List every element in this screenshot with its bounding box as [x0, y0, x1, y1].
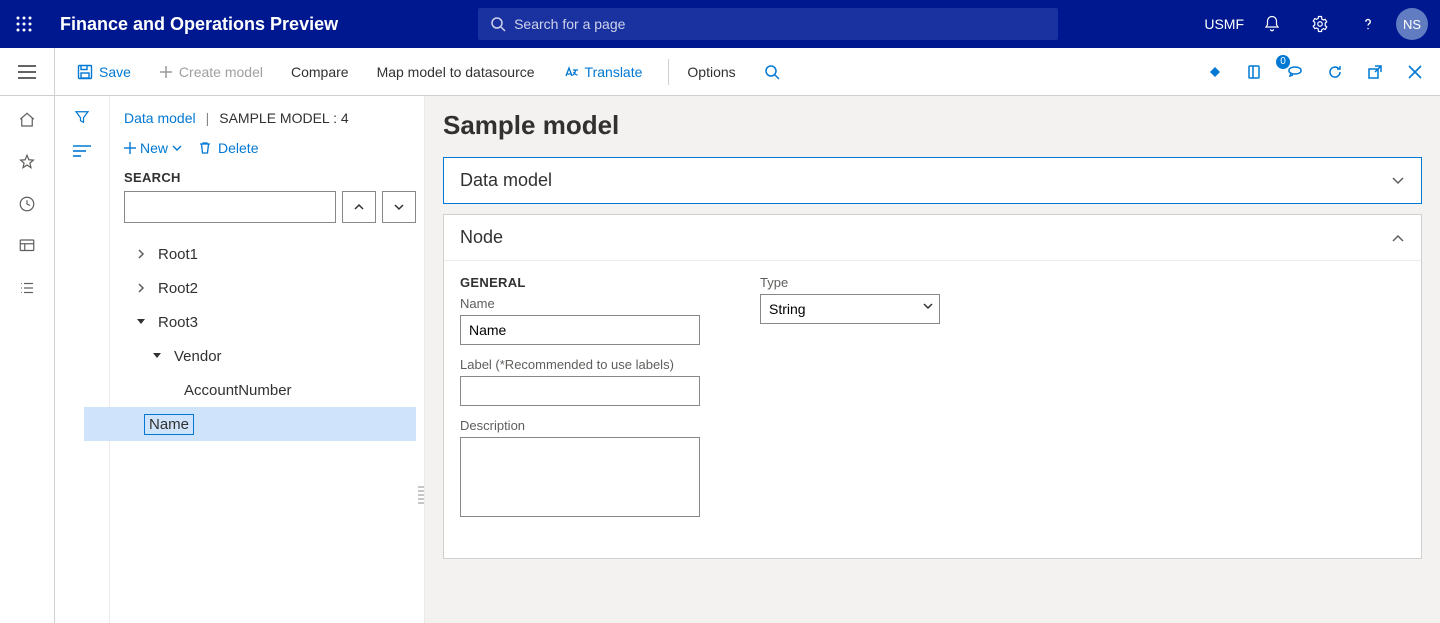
breadcrumb-sep: | — [206, 110, 210, 126]
field-label: Label (*Recommended to use labels) — [460, 357, 700, 406]
tree-node-root3[interactable]: Root3 — [124, 305, 416, 339]
refresh-icon[interactable] — [1322, 59, 1348, 85]
find-button[interactable] — [754, 56, 790, 88]
filter-icon[interactable] — [73, 108, 91, 126]
group-general: GENERAL Name Label (*Recommended to use … — [460, 275, 700, 532]
trash-icon — [198, 141, 212, 155]
notifications-icon[interactable] — [1248, 0, 1296, 48]
chevron-down-icon — [172, 143, 182, 153]
field-description-label: Description — [460, 418, 700, 433]
chevron-up-icon — [353, 201, 365, 213]
field-name-input[interactable] — [460, 315, 700, 345]
left-rail — [0, 96, 55, 623]
workspaces-icon[interactable] — [15, 234, 39, 258]
translate-icon — [563, 65, 579, 79]
field-description: Description — [460, 418, 700, 520]
group-general-heading: GENERAL — [460, 275, 700, 290]
chevron-up-icon — [1391, 233, 1405, 243]
tree-node-root1[interactable]: Root1 — [124, 237, 416, 271]
modules-icon[interactable] — [15, 276, 39, 300]
favorite-icon[interactable] — [15, 150, 39, 174]
tree-search-row — [124, 191, 416, 223]
field-name: Name — [460, 296, 700, 345]
legal-entity[interactable]: USMF — [1204, 16, 1244, 32]
help-icon[interactable] — [1344, 0, 1392, 48]
field-label-label: Label (*Recommended to use labels) — [460, 357, 700, 372]
compare-button[interactable]: Compare — [281, 56, 359, 88]
attachments-icon[interactable] — [1202, 59, 1228, 85]
panel-node-body: GENERAL Name Label (*Recommended to use … — [444, 261, 1421, 558]
command-separator — [668, 59, 669, 85]
panel-node: Node GENERAL Name Label (*Recommended to… — [443, 214, 1422, 559]
messages-badge: 0 — [1276, 55, 1290, 69]
delete-node-button[interactable]: Delete — [198, 140, 258, 156]
breadcrumb: Data model | SAMPLE MODEL : 4 — [124, 110, 416, 126]
search-next-button[interactable] — [382, 191, 416, 223]
open-new-icon[interactable] — [1242, 59, 1268, 85]
breadcrumb-current: SAMPLE MODEL : 4 — [219, 110, 348, 126]
tree-pane: Data model | SAMPLE MODEL : 4 New Delete… — [110, 96, 425, 623]
app-header: Finance and Operations Preview USMF NS — [0, 0, 1440, 48]
panel-data-model-title: Data model — [460, 170, 552, 191]
caret-right-icon[interactable] — [134, 283, 148, 293]
panel-data-model[interactable]: Data model — [443, 157, 1422, 204]
tree-node-name[interactable]: Name — [84, 407, 416, 441]
field-type-label: Type — [760, 275, 940, 290]
app-title: Finance and Operations Preview — [60, 14, 338, 35]
options-button[interactable]: Options — [677, 56, 745, 88]
resize-handle[interactable] — [418, 486, 424, 506]
group-type: Type — [760, 275, 940, 336]
tree-node-vendor[interactable]: Vendor — [124, 339, 416, 373]
recent-icon[interactable] — [15, 192, 39, 216]
main-content: Sample model Data model Node GENERAL Nam… — [425, 96, 1440, 623]
search-icon — [490, 16, 506, 32]
panel-node-title: Node — [460, 227, 503, 248]
model-tree: Root1 Root2 Root3 Vendor AccountNumber N… — [124, 237, 416, 441]
user-avatar[interactable]: NS — [1396, 8, 1428, 40]
close-icon[interactable] — [1402, 59, 1428, 85]
command-bar-row: Save Create model Compare Map model to d… — [0, 48, 1440, 96]
create-model-button[interactable]: Create model — [149, 56, 273, 88]
search-prev-button[interactable] — [342, 191, 376, 223]
hamburger-icon — [18, 65, 36, 79]
field-type-select[interactable] — [760, 294, 940, 324]
search-icon — [764, 64, 780, 80]
field-type: Type — [760, 275, 940, 324]
map-model-button[interactable]: Map model to datasource — [367, 56, 545, 88]
plus-icon — [124, 142, 136, 154]
tree-search-input[interactable] — [124, 191, 336, 223]
chevron-down-icon — [1391, 176, 1405, 186]
field-label-input[interactable] — [460, 376, 700, 406]
new-node-button[interactable]: New — [124, 140, 182, 156]
home-icon[interactable] — [15, 108, 39, 132]
caret-down-icon[interactable] — [150, 352, 164, 360]
panel-node-header[interactable]: Node — [444, 215, 1421, 261]
messages-icon[interactable]: 0 — [1282, 59, 1308, 85]
tree-toolbar: New Delete — [124, 140, 416, 156]
command-bar: Save Create model Compare Map model to d… — [55, 48, 1440, 95]
command-bar-right: 0 — [1202, 59, 1428, 85]
global-search[interactable] — [478, 8, 1058, 40]
app-launcher-icon[interactable] — [0, 0, 48, 48]
caret-right-icon[interactable] — [134, 249, 148, 259]
chevron-down-icon — [393, 201, 405, 213]
save-button[interactable]: Save — [67, 56, 141, 88]
filter-rail — [55, 96, 110, 623]
page-title: Sample model — [443, 110, 1422, 141]
sort-icon[interactable] — [73, 144, 91, 158]
nav-toggle[interactable] — [0, 48, 55, 95]
popout-icon[interactable] — [1362, 59, 1388, 85]
plus-icon — [159, 65, 173, 79]
translate-button[interactable]: Translate — [553, 56, 653, 88]
tree-node-root2[interactable]: Root2 — [124, 271, 416, 305]
search-label: SEARCH — [124, 170, 416, 185]
tree-node-accountnumber[interactable]: AccountNumber — [124, 373, 416, 407]
global-search-input[interactable] — [506, 15, 1046, 33]
save-icon — [77, 64, 93, 80]
breadcrumb-root[interactable]: Data model — [124, 110, 196, 126]
caret-down-icon[interactable] — [134, 318, 148, 326]
field-name-label: Name — [460, 296, 700, 311]
settings-icon[interactable] — [1296, 0, 1344, 48]
field-description-input[interactable] — [460, 437, 700, 517]
